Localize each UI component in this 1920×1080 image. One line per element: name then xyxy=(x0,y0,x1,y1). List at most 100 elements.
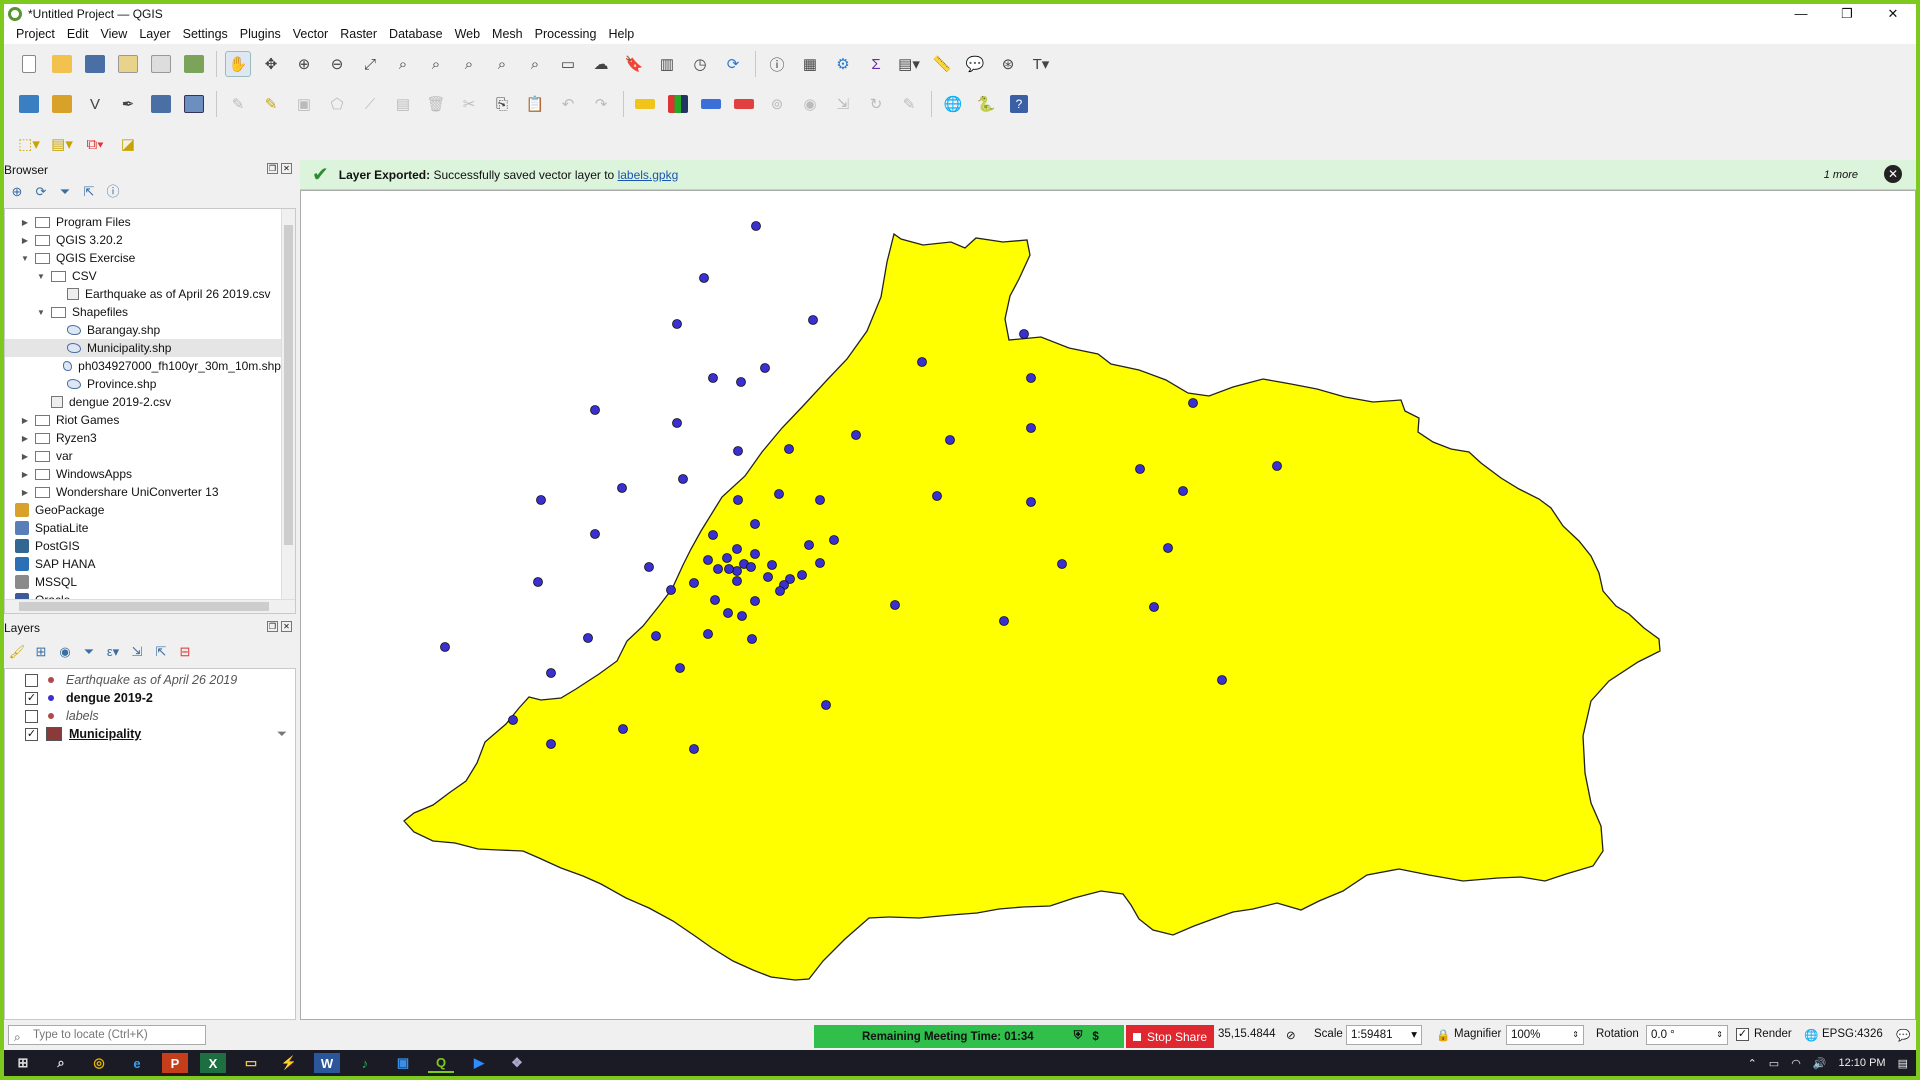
browser-item[interactable]: ▶ var xyxy=(5,447,281,465)
layer-visibility-checkbox[interactable] xyxy=(25,673,38,687)
stop-share-button[interactable]: Stop Share xyxy=(1126,1025,1214,1048)
new-3d-view-button[interactable]: ☁ xyxy=(588,51,614,77)
menu-layer[interactable]: Layer xyxy=(133,27,176,41)
close-panel-button[interactable]: ✕ xyxy=(281,163,292,174)
pan-to-selection-button[interactable]: ✥ xyxy=(258,51,284,77)
layer-item[interactable]: labels xyxy=(5,707,295,725)
zoom-app-icon[interactable]: ▶ xyxy=(466,1053,492,1073)
menu-help[interactable]: Help xyxy=(602,27,640,41)
minimize-button[interactable]: — xyxy=(1778,4,1824,24)
spotify-icon[interactable]: ♪ xyxy=(352,1053,378,1073)
message-close-button[interactable]: ✕ xyxy=(1884,165,1902,183)
restore-button[interactable]: ❐ xyxy=(1824,4,1870,24)
filter-icon[interactable]: ⏷ xyxy=(56,183,74,201)
attribute-table-dropdown[interactable]: ▤▾ xyxy=(896,51,922,77)
zoom-out-button[interactable]: ⊖ xyxy=(324,51,350,77)
undo-button[interactable]: ↶ xyxy=(555,91,581,117)
browser-item[interactable]: Oracle xyxy=(5,591,281,599)
help-button[interactable]: ? xyxy=(1006,91,1032,117)
coordinate-field[interactable]: 35,15.4844 xyxy=(1214,1025,1280,1045)
new-temp-layer-button[interactable] xyxy=(148,91,174,117)
zoom-last-button[interactable]: ⌕ xyxy=(489,51,515,77)
layer-visibility-checkbox[interactable]: ✓ xyxy=(25,727,38,741)
remove-layer-icon[interactable]: ⊟ xyxy=(176,643,194,661)
select-location-button[interactable]: ◪ xyxy=(115,131,141,157)
menu-settings[interactable]: Settings xyxy=(177,27,234,41)
select-features-dropdown[interactable]: ⬚▾ xyxy=(16,131,42,157)
toggle-display-labels-button[interactable] xyxy=(731,91,757,117)
add-feature-button[interactable]: ⬠ xyxy=(324,91,350,117)
rotate-label-button[interactable]: ↻ xyxy=(863,91,889,117)
zoom-full-button[interactable]: ⤢ xyxy=(357,51,383,77)
browser-item[interactable]: Province.shp xyxy=(5,375,281,393)
move-label-button[interactable]: ⇲ xyxy=(830,91,856,117)
open-project-button[interactable] xyxy=(49,51,75,77)
new-spatialite-layer-button[interactable]: ✒ xyxy=(115,91,141,117)
statistical-summary-button[interactable]: Σ xyxy=(863,51,889,77)
properties-icon[interactable]: ⓘ xyxy=(104,183,122,201)
open-attribute-table-button[interactable]: ▦ xyxy=(797,51,823,77)
menu-processing[interactable]: Processing xyxy=(529,27,603,41)
rotation-spinbox[interactable]: 0.0 ° ⇕ xyxy=(1646,1025,1728,1045)
zoom-next-button[interactable]: ⌕ xyxy=(522,51,548,77)
browser-item[interactable]: ▶ QGIS 3.20.2 xyxy=(5,231,281,249)
zoom-native-button[interactable]: ⌕ xyxy=(456,51,482,77)
network-icon[interactable]: ▭ xyxy=(1769,1057,1779,1070)
menu-vector[interactable]: Vector xyxy=(287,27,334,41)
toggle-editing-button[interactable]: ✎ xyxy=(258,91,284,117)
message-more[interactable]: 1 more xyxy=(1824,169,1858,181)
volume-icon[interactable]: 🔊 xyxy=(1813,1057,1827,1070)
chrome-icon[interactable]: ◎ xyxy=(86,1053,112,1073)
paste-features-button[interactable]: 📋 xyxy=(522,91,548,117)
expand-right-icon[interactable]: ▶ xyxy=(19,218,31,227)
delete-selected-button[interactable]: 🗑 xyxy=(423,91,449,117)
zoom-selection-button[interactable]: ⌕ xyxy=(390,51,416,77)
excel-icon[interactable]: X xyxy=(200,1053,226,1073)
clock-time[interactable]: 12:10 PM xyxy=(1839,1057,1886,1069)
save-edits-button[interactable]: ▣ xyxy=(291,91,317,117)
layer-item[interactable]: Earthquake as of April 26 2019 xyxy=(5,671,295,689)
menu-project[interactable]: Project xyxy=(10,27,61,41)
show-hide-labels-button[interactable]: ◉ xyxy=(797,91,823,117)
save-project-button[interactable] xyxy=(82,51,108,77)
notifications-icon[interactable]: ▤ xyxy=(1898,1057,1908,1070)
qgis-taskbar-icon[interactable]: Q xyxy=(428,1053,454,1073)
modify-attributes-button[interactable]: ▤ xyxy=(390,91,416,117)
float-panel-button[interactable]: ❐ xyxy=(267,621,278,632)
browser-item[interactable]: ▶ WindowsApps xyxy=(5,465,281,483)
float-panel-button[interactable]: ❐ xyxy=(267,163,278,174)
manage-map-themes-icon[interactable]: ◉ xyxy=(56,643,74,661)
select-by-expression-dropdown[interactable]: ▤▾ xyxy=(49,131,75,157)
map-canvas[interactable] xyxy=(300,190,1916,1020)
current-edits-button[interactable]: ✎ xyxy=(225,91,251,117)
message-link[interactable]: labels.gpkg xyxy=(618,168,679,182)
measure-dropdown[interactable]: 📏 xyxy=(929,51,955,77)
expand-right-icon[interactable]: ▶ xyxy=(19,470,31,479)
file-explorer-icon[interactable]: ▭ xyxy=(238,1053,264,1073)
osm-plugin-button[interactable]: 🌐 xyxy=(940,91,966,117)
browser-item[interactable]: GeoPackage xyxy=(5,501,281,519)
browser-item[interactable]: Barangay.shp xyxy=(5,321,281,339)
toolbox-button[interactable]: ⚙ xyxy=(830,51,856,77)
text-annotation-dropdown[interactable]: T▾ xyxy=(1028,51,1054,77)
python-console-button[interactable]: 🐍 xyxy=(973,91,999,117)
refresh-icon[interactable]: ⟳ xyxy=(32,183,50,201)
pan-map-button[interactable]: ✋ xyxy=(225,51,251,77)
filter-by-expression-icon[interactable]: ε▾ xyxy=(104,643,122,661)
powerpoint-icon[interactable]: P xyxy=(162,1053,188,1073)
new-bookmark-button[interactable]: 🔖 xyxy=(621,51,647,77)
magnifier-spinbox[interactable]: 100% ⇕ xyxy=(1506,1025,1584,1045)
expand-all-icon[interactable]: ⇲ xyxy=(128,643,146,661)
lock-icon[interactable]: 🔒 xyxy=(1436,1028,1450,1042)
expand-down-icon[interactable]: ▼ xyxy=(19,254,31,263)
edge-icon[interactable]: e xyxy=(124,1053,150,1073)
layer-item[interactable]: ✓ Municipality ⏷ xyxy=(5,725,295,743)
menu-view[interactable]: View xyxy=(94,27,133,41)
identify-features-button[interactable]: ⓘ xyxy=(764,51,790,77)
browser-horizontal-scrollbar[interactable] xyxy=(5,599,295,613)
render-checkbox[interactable]: ✓ xyxy=(1736,1028,1749,1041)
add-group-icon[interactable]: ⊞ xyxy=(32,643,50,661)
menu-web[interactable]: Web xyxy=(449,27,486,41)
new-shapefile-layer-button[interactable]: V xyxy=(82,91,108,117)
collapse-all-icon[interactable]: ⇱ xyxy=(152,643,170,661)
